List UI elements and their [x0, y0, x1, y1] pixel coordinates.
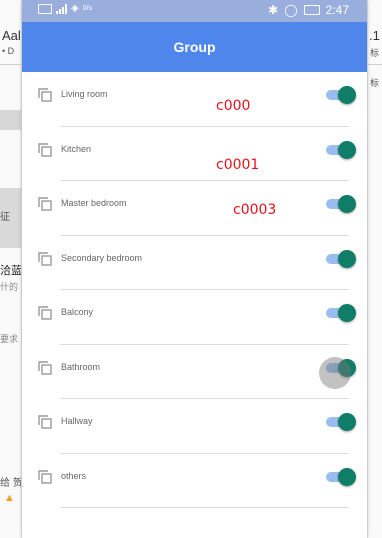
background-band	[0, 110, 21, 130]
touch-indicator	[319, 357, 351, 389]
group-row-others[interactable]: others	[22, 454, 367, 508]
background-text: 征	[0, 212, 10, 223]
battery-icon	[303, 5, 320, 15]
group-list: Living room Kitchen Master bedroom Secon…	[22, 72, 367, 508]
background-app-left: Aal • D 征 洽蓝 什的 要求 给 贺 ▲	[0, 0, 22, 538]
bluetooth-icon: ✱	[268, 3, 279, 17]
status-bar-left: ◈ 0/s	[38, 3, 92, 14]
copy-icon	[38, 88, 52, 102]
page-title: Group	[173, 39, 216, 55]
copy-icon	[38, 197, 52, 211]
annotation-label: c0003	[233, 202, 277, 218]
status-bar-right: ✱ ◯ 2:47	[268, 3, 349, 17]
background-text: 给 贺	[0, 478, 22, 489]
copy-icon	[38, 415, 52, 429]
flame-icon: ▲	[4, 492, 15, 504]
clock: 2:47	[325, 3, 349, 17]
toggle-switch[interactable]	[326, 86, 356, 104]
signal-icon	[56, 3, 67, 14]
group-label: Hallway	[61, 416, 93, 426]
background-divider	[0, 64, 21, 65]
row-divider	[60, 507, 349, 508]
group-row-bathroom[interactable]: Bathroom	[22, 345, 367, 399]
switch-thumb	[338, 140, 356, 159]
background-text: 要求	[0, 334, 19, 344]
group-label: Secondary bedroom	[61, 252, 143, 263]
group-label: others	[61, 470, 87, 481]
copy-icon	[38, 306, 52, 320]
toggle-switch[interactable]	[326, 304, 356, 322]
group-label: Master bedroom	[61, 198, 127, 208]
background-text: 标	[370, 78, 380, 88]
annotation-label: c000	[216, 98, 251, 114]
header: Group	[22, 22, 367, 72]
background-text: .1	[369, 28, 380, 43]
status-bar: ◈ 0/s ✱ ◯ 2:47	[22, 0, 367, 22]
copy-icon	[38, 360, 52, 375]
group-row-living-room[interactable]: Living room	[22, 72, 367, 127]
group-row-balcony[interactable]: Balcony	[22, 290, 367, 345]
switch-thumb	[338, 195, 356, 213]
toggle-switch[interactable]	[326, 195, 356, 213]
image-icon	[38, 3, 52, 14]
group-row-hallway[interactable]: Hallway	[22, 399, 367, 454]
background-text: Aal	[2, 28, 21, 43]
copy-icon	[38, 142, 52, 157]
group-row-master-bedroom[interactable]: Master bedroom	[22, 181, 367, 236]
group-row-kitchen[interactable]: Kitchen	[22, 127, 367, 181]
group-label: Kitchen	[61, 143, 92, 154]
background-app-right: .1 标 标	[367, 0, 382, 538]
group-panel: ◈ 0/s ✱ ◯ 2:47 Group Living room Kitchen	[22, 0, 367, 538]
group-label: Living room	[61, 89, 108, 99]
alarm-icon: ◯	[284, 3, 298, 17]
switch-thumb	[338, 86, 356, 104]
switch-thumb	[338, 304, 356, 322]
background-text: • D	[2, 46, 15, 56]
switch-thumb	[338, 249, 356, 268]
background-divider	[368, 64, 382, 65]
wifi-icon: ◈	[71, 3, 79, 14]
background-text: 什的	[0, 282, 19, 292]
group-label: Balcony	[61, 307, 94, 317]
toggle-switch[interactable]	[326, 249, 356, 268]
toggle-switch[interactable]	[326, 413, 356, 431]
group-row-secondary-bedroom[interactable]: Secondary bedroom	[22, 236, 367, 290]
copy-icon	[38, 469, 52, 484]
group-label: Bathroom	[61, 361, 101, 372]
network-speed: 0/s	[82, 5, 93, 12]
annotation-label: c0001	[216, 157, 260, 173]
switch-thumb	[338, 413, 356, 431]
toggle-switch[interactable]	[326, 467, 356, 486]
background-text: 洽蓝	[0, 265, 22, 277]
background-text: 标	[370, 48, 380, 58]
copy-icon	[38, 251, 52, 266]
toggle-switch[interactable]	[326, 140, 356, 159]
switch-thumb	[338, 467, 356, 486]
